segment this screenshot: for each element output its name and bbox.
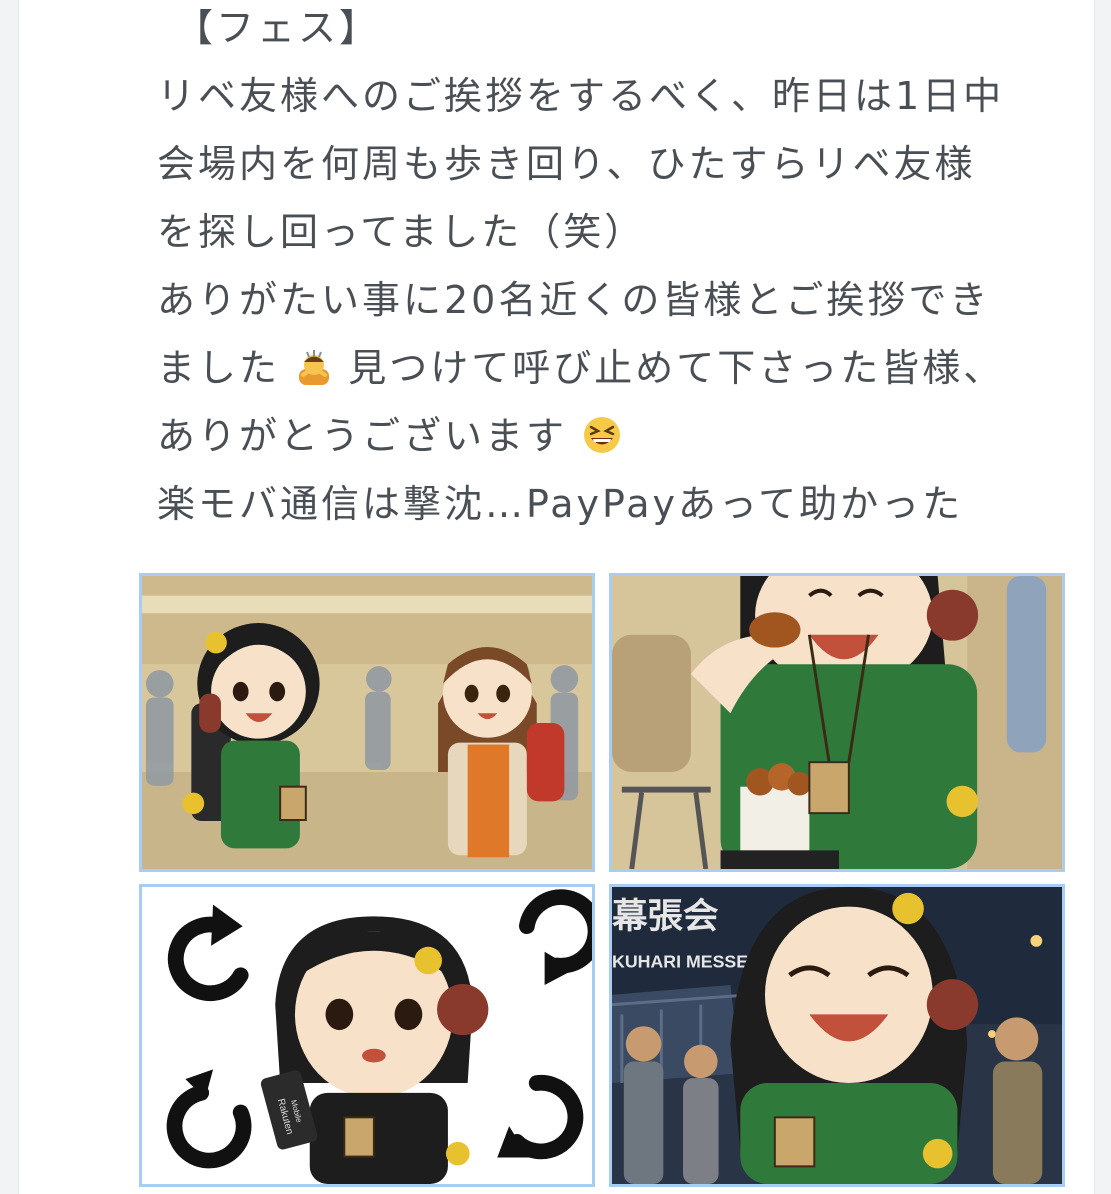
post-line-part: 見つけて呼び止めて下さった皆様、 (348, 346, 1005, 390)
post-line: ありがたい事に20名近くの皆様とご挨拶でき (157, 278, 991, 322)
post-line: 会場内を何周も歩き回り、ひたすらリベ友様 (157, 142, 976, 186)
illustration-phone-loading: Rakuten Mobile (142, 887, 592, 1184)
post-line-with-emoji: ました 見つけて呼び止めて下さった皆様、 (157, 345, 1004, 397)
illustration-night-venue: 幕張会 KUHARI MESSE (612, 887, 1062, 1184)
post-line-part: ました (157, 346, 281, 390)
post-line-part: ありがとうございます (157, 414, 568, 458)
venue-sign-jp: 幕張会 (612, 896, 719, 937)
post-line: を探し回ってました（笑） (157, 210, 646, 254)
venue-sign-en: KUHARI MESSE (612, 951, 748, 971)
post-image-4[interactable]: 幕張会 KUHARI MESSE (609, 884, 1065, 1187)
post-image-3[interactable]: Rakuten Mobile (139, 884, 595, 1187)
person-bowing-emoji (295, 349, 333, 397)
illustration-eating (612, 576, 1062, 869)
grinning-squinting-face-emoji (582, 415, 622, 465)
post-line: 楽モバ通信は撃沈…PayPayあって助かった (157, 482, 964, 526)
image-grid: Rakuten Mobile 幕張会 KUHARI MESSE (139, 573, 1065, 1187)
post-line: 【フェス】 (175, 6, 381, 50)
illustration-meeting (142, 576, 592, 869)
post-image-2[interactable] (609, 573, 1065, 872)
post-line: リベ友様へのご挨拶をするべく、昨日は1日中 (157, 74, 1005, 118)
post-image-1[interactable] (139, 573, 595, 872)
post-line-with-emoji: ありがとうございます (157, 413, 622, 465)
